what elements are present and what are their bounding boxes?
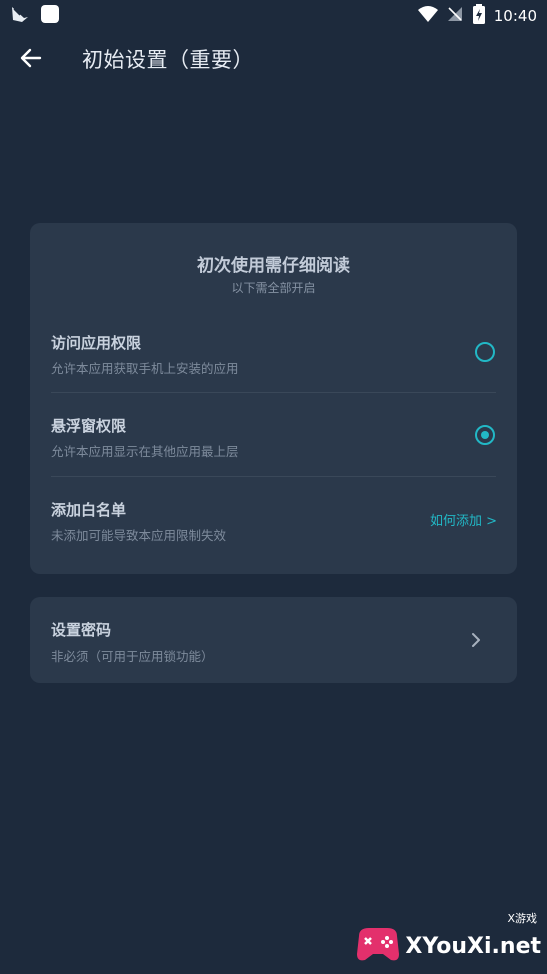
status-bar: 10:40 bbox=[0, 0, 547, 30]
chevron-right-icon bbox=[467, 631, 485, 649]
app-notification-icon bbox=[40, 4, 60, 28]
row-desc: 未添加可能导致本应用限制失效 bbox=[51, 528, 227, 543]
password-card[interactable]: 设置密码 非必须（可用于应用锁功能） bbox=[30, 597, 517, 683]
battery-charging-icon bbox=[472, 4, 486, 28]
row-app-access-permission[interactable]: 访问应用权限 允许本应用获取手机上安装的应用 bbox=[30, 310, 517, 392]
row-desc: 非必须（可用于应用锁功能） bbox=[51, 649, 214, 664]
wifi-icon bbox=[417, 5, 438, 27]
row-desc: 允许本应用显示在其他应用最上层 bbox=[51, 444, 239, 459]
watermark-text: XYouXi.net bbox=[405, 933, 541, 959]
how-to-add-link[interactable]: 如何添加 > bbox=[430, 510, 497, 529]
bird-notification-icon bbox=[10, 4, 30, 28]
row-whitelist[interactable]: 添加白名单 未添加可能导致本应用限制失效 如何添加 > bbox=[30, 477, 517, 559]
app-bar: 初始设置（重要） bbox=[0, 30, 547, 90]
row-title: 添加白名单 bbox=[51, 501, 127, 519]
card-title: 初次使用需仔细阅读 bbox=[197, 256, 350, 276]
row-title: 访问应用权限 bbox=[51, 334, 142, 352]
row-title: 悬浮窗权限 bbox=[51, 417, 127, 435]
page-title: 初始设置（重要） bbox=[82, 48, 254, 72]
no-signal-icon bbox=[446, 5, 464, 27]
row-desc: 允许本应用获取手机上安装的应用 bbox=[51, 361, 239, 376]
row-title: 设置密码 bbox=[51, 621, 112, 639]
back-button[interactable] bbox=[14, 44, 48, 76]
gamepad-logo-icon bbox=[355, 924, 401, 968]
row-overlay-permission[interactable]: 悬浮窗权限 允许本应用显示在其他应用最上层 bbox=[30, 393, 517, 475]
watermark: XYouXi.net X游戏 bbox=[355, 912, 541, 968]
app-access-radio[interactable] bbox=[475, 342, 495, 362]
status-time: 10:40 bbox=[493, 7, 537, 25]
arrow-left-icon bbox=[20, 48, 42, 72]
watermark-small-text: X游戏 bbox=[507, 912, 537, 925]
permissions-card: 初次使用需仔细阅读 以下需全部开启 访问应用权限 允许本应用获取手机上安装的应用… bbox=[30, 223, 517, 574]
card-subtitle: 以下需全部开启 bbox=[231, 281, 316, 295]
overlay-radio[interactable] bbox=[475, 425, 495, 445]
